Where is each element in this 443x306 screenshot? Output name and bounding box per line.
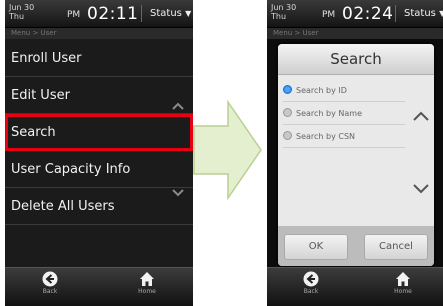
date-line: Jun 30 <box>9 3 35 12</box>
option-search-by-name[interactable]: Search by Name <box>283 104 405 125</box>
chevron-down-icon[interactable] <box>412 180 430 198</box>
chevron-up-icon[interactable] <box>171 99 185 113</box>
cancel-button[interactable]: Cancel <box>364 234 428 260</box>
back-label: Back <box>303 288 319 295</box>
option-label: Search by ID <box>296 86 347 95</box>
breadcrumb: Menu > User <box>5 28 193 39</box>
ampm-label: PM <box>67 10 81 20</box>
option-search-by-id[interactable]: Search by ID <box>283 81 405 102</box>
option-label: Search by Name <box>296 109 362 118</box>
chevron-down-icon: ▼ <box>185 9 192 18</box>
left-device-screen: Jun 30 Thu PM 02:11 Status ▼ Menu > User… <box>5 0 193 306</box>
menu-item-edit-user[interactable]: Edit User <box>5 77 193 114</box>
home-button[interactable]: Home <box>127 271 167 295</box>
home-button[interactable]: Home <box>383 271 423 295</box>
status-label: Status <box>150 8 182 19</box>
status-dropdown[interactable]: Status ▼ <box>395 5 443 22</box>
status-bar: Jun 30 Thu PM 02:24 Status ▼ <box>267 0 443 28</box>
option-label: Search by CSN <box>296 132 356 141</box>
radio-icon <box>283 131 292 140</box>
radio-icon <box>283 108 292 117</box>
bottom-nav-bar: Back Home <box>5 267 193 306</box>
radio-selected-icon <box>283 85 292 94</box>
back-button[interactable]: Back <box>291 271 331 295</box>
chevron-down-icon[interactable] <box>171 186 185 200</box>
right-device-screen: Jun 30 Thu PM 02:24 Status ▼ Menu > User… <box>267 0 443 306</box>
weekday-line: Thu <box>271 12 287 21</box>
date-line: Jun 30 <box>271 3 297 12</box>
status-bar: Jun 30 Thu PM 02:11 Status ▼ <box>5 0 193 28</box>
chevron-up-icon[interactable] <box>412 107 430 125</box>
menu-item-enroll-user[interactable]: Enroll User <box>5 40 193 77</box>
menu-item-user-capacity-info[interactable]: User Capacity Info <box>5 151 193 188</box>
home-icon <box>140 272 154 286</box>
back-label: Back <box>42 288 58 295</box>
status-dropdown[interactable]: Status ▼ <box>141 5 193 22</box>
weekday-line: Thu <box>9 12 25 21</box>
back-button[interactable]: Back <box>30 271 70 295</box>
ok-button[interactable]: OK <box>284 234 348 260</box>
date-display: Jun 30 Thu <box>9 3 34 21</box>
menu-item-delete-all-users[interactable]: Delete All Users <box>5 188 193 225</box>
bottom-nav-bar: Back Home <box>267 267 443 306</box>
status-label: Status <box>404 8 436 19</box>
clock: 02:11 <box>87 4 139 24</box>
chevron-down-icon: ▼ <box>439 9 443 18</box>
breadcrumb: Menu > User <box>267 28 443 39</box>
right-arrow-icon <box>193 99 262 201</box>
option-search-by-csn[interactable]: Search by CSN <box>283 127 405 148</box>
date-display: Jun 30 Thu <box>271 3 296 21</box>
home-icon <box>396 272 410 286</box>
back-arrow-icon <box>303 271 319 287</box>
search-dialog: Search Search by ID Search by Name Searc… <box>278 44 434 266</box>
clock: 02:24 <box>342 4 394 24</box>
dialog-title: Search <box>278 44 434 75</box>
dialog-body: Search by ID Search by Name Search by CS… <box>278 75 434 226</box>
menu-item-search[interactable]: Search <box>5 114 193 151</box>
home-label: Home <box>138 288 156 295</box>
ampm-label: PM <box>322 10 336 20</box>
back-arrow-icon <box>42 271 58 287</box>
user-menu-list: Enroll User Edit User Search User Capaci… <box>5 40 193 225</box>
home-label: Home <box>394 288 412 295</box>
dialog-footer: OK Cancel <box>278 226 434 266</box>
